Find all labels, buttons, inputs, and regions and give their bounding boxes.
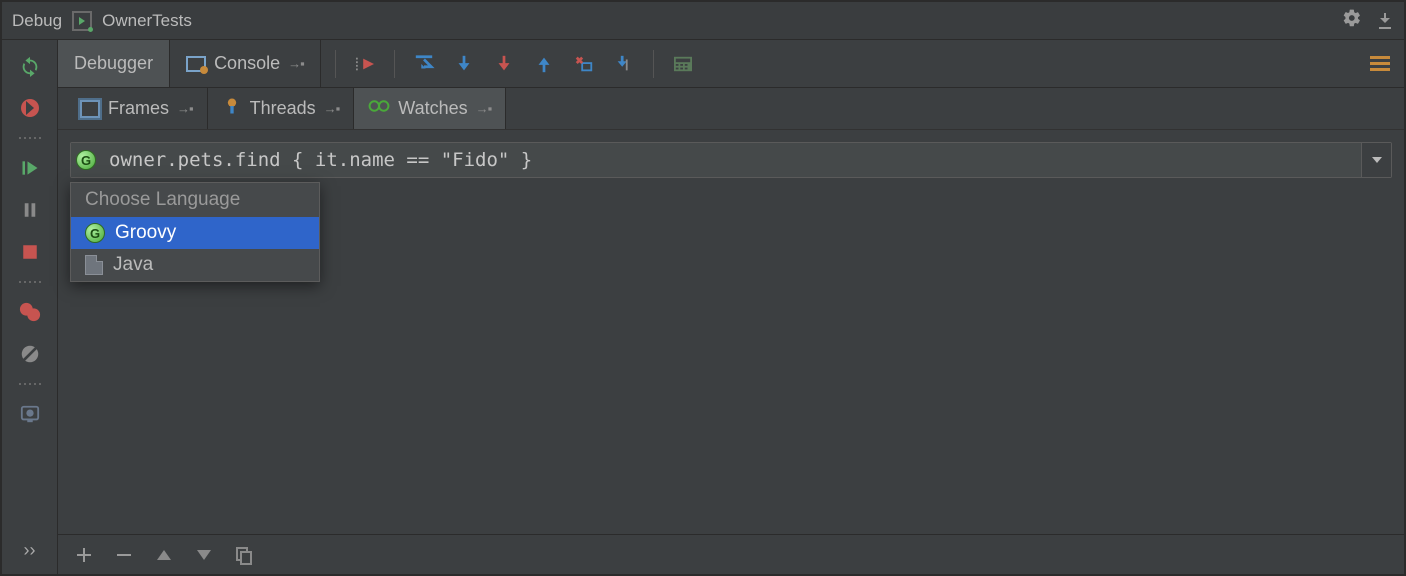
watch-expression-row: G: [70, 142, 1392, 178]
popup-header: Choose Language: [71, 183, 319, 217]
subtab-label: Frames: [108, 98, 169, 119]
tab-label: Debugger: [74, 53, 153, 74]
duplicate-watch-button[interactable]: [232, 543, 256, 567]
tool-window-title: Debug: [12, 11, 62, 31]
watches-panel: G Choose Language G Groovy Java: [58, 130, 1404, 534]
subtab-frames[interactable]: Frames →▪: [66, 88, 208, 129]
expand-toolbar-button[interactable]: ››: [16, 536, 44, 564]
step-into-button[interactable]: [447, 47, 481, 81]
language-option-label: Groovy: [115, 222, 176, 244]
move-watch-down-button[interactable]: [192, 543, 216, 567]
subtab-watches[interactable]: Watches →▪: [354, 88, 506, 129]
drop-frame-button[interactable]: [567, 47, 601, 81]
watch-expression-input[interactable]: [101, 143, 1361, 177]
show-execution-point-button[interactable]: [348, 47, 382, 81]
tab-debugger[interactable]: Debugger: [58, 40, 170, 87]
force-step-into-button[interactable]: [487, 47, 521, 81]
stop-button[interactable]: [16, 238, 44, 266]
tab-console[interactable]: Console →▪: [170, 40, 321, 87]
frames-icon: [80, 100, 100, 118]
watches-icon: [368, 97, 390, 120]
pause-program-button[interactable]: [16, 196, 44, 224]
debug-tool-window-header: Debug OwnerTests: [2, 2, 1404, 40]
choose-language-popup: Choose Language G Groovy Java: [70, 182, 320, 282]
tab-pin-icon: →▪: [288, 56, 304, 71]
toolbar-separator: [16, 382, 44, 386]
evaluate-expression-button[interactable]: [666, 47, 700, 81]
toolbar-separator: [16, 280, 44, 284]
tab-label: Console: [214, 53, 280, 74]
rerun-button[interactable]: [16, 52, 44, 80]
groovy-icon: G: [85, 223, 105, 243]
groovy-icon: G: [76, 150, 96, 170]
step-over-button[interactable]: [407, 47, 441, 81]
pin-icon: →▪: [324, 101, 340, 116]
language-option-java[interactable]: Java: [71, 249, 319, 281]
debug-sub-tabs: Frames →▪ Threads →▪ Watches →▪: [58, 88, 1404, 130]
layout-settings-icon[interactable]: [1370, 56, 1390, 71]
remove-watch-button[interactable]: [112, 543, 136, 567]
expression-history-dropdown[interactable]: [1361, 143, 1391, 177]
threads-icon: [222, 96, 242, 121]
debug-top-tabs: Debugger Console →▪: [58, 40, 1404, 88]
get-thread-dump-button[interactable]: [16, 400, 44, 428]
gear-icon[interactable]: [1342, 8, 1362, 33]
rerun-failed-button[interactable]: [16, 94, 44, 122]
subtab-label: Watches: [398, 98, 467, 119]
run-to-cursor-button[interactable]: [607, 47, 641, 81]
move-watch-up-button[interactable]: [152, 543, 176, 567]
watches-footer-toolbar: [58, 534, 1404, 574]
toolbar-separator: [16, 136, 44, 140]
run-config-icon: [72, 11, 92, 31]
mute-breakpoints-button[interactable]: [16, 340, 44, 368]
hide-tool-window-icon[interactable]: [1376, 13, 1394, 29]
console-icon: [186, 56, 206, 72]
pin-icon: →▪: [476, 101, 492, 116]
view-breakpoints-button[interactable]: [16, 298, 44, 326]
subtab-threads[interactable]: Threads →▪: [208, 88, 355, 129]
language-badge-button[interactable]: G: [71, 143, 101, 177]
run-config-name: OwnerTests: [102, 11, 192, 31]
language-option-groovy[interactable]: G Groovy: [71, 217, 319, 249]
step-out-button[interactable]: [527, 47, 561, 81]
debug-side-toolbar: ››: [2, 40, 58, 574]
resume-program-button[interactable]: [16, 154, 44, 182]
debug-main: Debugger Console →▪: [58, 40, 1404, 574]
java-file-icon: [85, 255, 103, 275]
add-watch-button[interactable]: [72, 543, 96, 567]
language-option-label: Java: [113, 254, 153, 276]
subtab-label: Threads: [250, 98, 316, 119]
pin-icon: →▪: [177, 101, 193, 116]
